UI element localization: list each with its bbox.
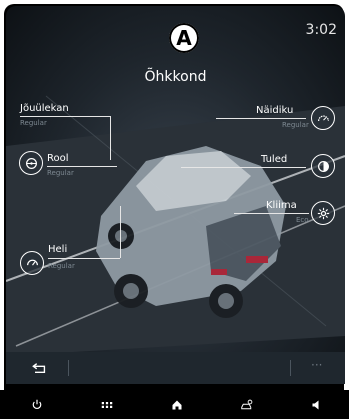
item-label: Jõuülekan (20, 103, 69, 114)
volume-icon[interactable] (305, 394, 329, 416)
more-options-button[interactable]: ··· (311, 358, 322, 372)
climate-icon[interactable] (311, 201, 335, 225)
back-arrow-icon (32, 363, 46, 373)
steering-wheel-icon[interactable] (19, 151, 43, 175)
clock: 3:02 (305, 22, 337, 38)
item-label: Tuled (261, 154, 288, 165)
item-label: Kliima (266, 200, 297, 211)
item-sub: Regular (282, 121, 309, 129)
sound-icon[interactable] (20, 251, 44, 275)
power-icon[interactable] (25, 394, 49, 416)
bottom-action-bar: ··· (6, 352, 345, 384)
item-sub: Regular (48, 262, 75, 270)
page-title: Õhkkond (144, 69, 207, 85)
item-label: Näidiku (256, 105, 294, 116)
item-label: Heli (48, 244, 68, 255)
home-icon[interactable] (165, 394, 189, 416)
item-label: Rool (47, 153, 69, 164)
apps-grid-icon[interactable] (95, 394, 119, 416)
callout-badge: A (169, 23, 199, 53)
gauge-icon[interactable] (311, 106, 335, 130)
lights-icon[interactable] (311, 154, 335, 178)
back-button[interactable] (28, 358, 54, 378)
ambience-screen: A 3:02 Õhkkond Jõuülekan Regular Rool Re… (6, 6, 345, 384)
item-sub: Regular (20, 119, 47, 127)
item-sub: Eco (296, 216, 309, 224)
item-sub: Regular (47, 169, 74, 177)
car-settings-icon[interactable] (235, 394, 259, 416)
system-nav-bar (0, 390, 349, 419)
